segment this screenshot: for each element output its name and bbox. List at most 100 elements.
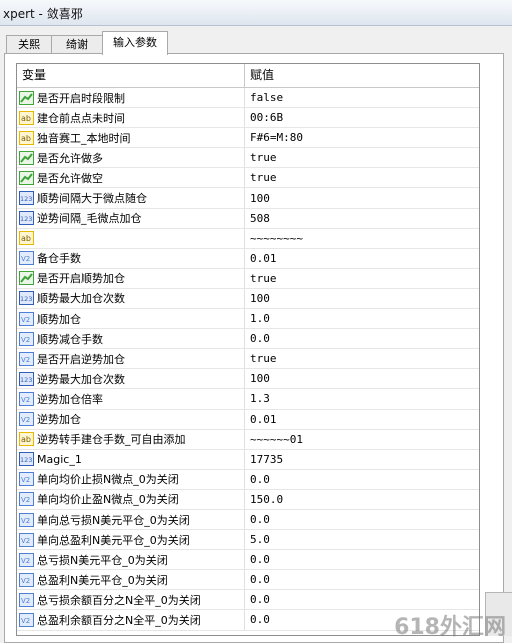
string-type-icon: ab <box>19 130 34 145</box>
table-row[interactable]: ab 独音赛工_本地时间 F#6=M:80 <box>17 128 479 149</box>
table-row[interactable]: V2 逆势加仓 0.01 <box>17 409 479 430</box>
table-row[interactable]: V2 是否开启逆势加仓 true <box>17 349 479 370</box>
parameter-value[interactable]: 0.01 <box>245 249 479 268</box>
svg-text:V2: V2 <box>21 336 30 344</box>
column-header-value[interactable]: 赋值 <box>245 64 479 87</box>
table-row[interactable]: V2 单向均价止损N微点_0为关闭 0.0 <box>17 469 479 490</box>
parameter-value[interactable]: 508 <box>245 209 479 228</box>
parameter-name-cell[interactable]: 123 逆势最大加仓次数 <box>17 369 245 389</box>
parameter-name-cell[interactable]: V2 总盈利余额百分之N全平_0为关闭 <box>17 610 245 630</box>
parameter-name-cell[interactable]: ab 逆势转手建仓手数_可自由添加 <box>17 429 245 449</box>
parameter-value[interactable]: 0.0 <box>245 590 479 609</box>
parameter-value[interactable]: 100 <box>245 188 479 207</box>
table-row[interactable]: V2 单向总亏损N美元平仓_0为关闭 0.0 <box>17 509 479 531</box>
parameter-name-cell[interactable]: V2 总亏损余额百分之N全平_0为关闭 <box>17 590 245 610</box>
parameter-name-cell[interactable]: V2 总亏损N美元平仓_0为关闭 <box>17 550 245 570</box>
parameter-name-cell[interactable]: V2 备仓手数 <box>17 248 245 268</box>
parameter-name-cell[interactable]: ab <box>17 228 245 248</box>
table-row[interactable]: V2 单向均价止盈N微点_0为关闭 150.0 <box>17 489 479 510</box>
parameter-value[interactable]: 0.01 <box>245 410 479 429</box>
parameter-name-cell[interactable]: 123 顺势间隔大于微点随仓 <box>17 188 245 208</box>
table-row[interactable]: V2 总亏损余额百分之N全平_0为关闭 0.0 <box>17 590 479 611</box>
table-body: 是否开启时段限制 false ab 建仓前点点未时间 00:6B ab 独音赛工_本地时间 F… <box>17 88 479 631</box>
parameter-value[interactable]: 150.0 <box>245 490 479 509</box>
table-row[interactable]: V2 逆势加仓倍率 1.3 <box>17 389 479 410</box>
parameter-value[interactable]: 100 <box>245 369 479 388</box>
integer-type-icon: 123 <box>19 371 34 386</box>
integer-type-icon: 123 <box>19 191 34 206</box>
table-row[interactable]: V2 顺势加仓 1.0 <box>17 309 479 330</box>
parameter-value[interactable]: 5.0 <box>245 530 479 549</box>
table-row[interactable]: 是否允许做多 true <box>17 148 479 169</box>
table-row[interactable]: V2 总盈利N美元平仓_0为关闭 0.0 <box>17 570 479 591</box>
parameter-name-cell[interactable]: 123 Magic_1 <box>17 449 245 469</box>
double-type-icon: V2 <box>19 472 34 487</box>
table-row[interactable]: 123 Magic_1 17735 <box>17 449 479 470</box>
parameter-name-cell[interactable]: V2 单向总盈利N美元平仓_0为关闭 <box>17 530 245 550</box>
parameter-value[interactable]: false <box>245 88 479 107</box>
parameter-name-cell[interactable]: V2 是否开启逆势加仓 <box>17 349 245 369</box>
parameter-name-cell[interactable]: V2 逆势加仓倍率 <box>17 389 245 409</box>
tab-common[interactable]: 关熙 <box>6 35 52 54</box>
parameter-name-cell[interactable]: V2 总盈利N美元平仓_0为关闭 <box>17 570 245 590</box>
parameter-name-cell[interactable]: 是否允许做多 <box>17 148 245 168</box>
table-row[interactable]: V2 单向总盈利N美元平仓_0为关闭 5.0 <box>17 530 479 551</box>
parameter-value[interactable]: true <box>245 168 479 187</box>
table-row[interactable]: V2 顺势减仓手数 0.0 <box>17 329 479 350</box>
parameter-value[interactable]: F#6=M:80 <box>245 128 479 147</box>
table-row[interactable]: 123 顺势间隔大于微点随仓 100 <box>17 188 479 209</box>
column-header-variable[interactable]: 变量 <box>17 64 245 87</box>
bool-type-icon <box>19 271 34 286</box>
table-row[interactable]: 123 逆势最大加仓次数 100 <box>17 369 479 390</box>
table-row[interactable]: ab ~~~~~~~~ <box>17 228 479 249</box>
table-row[interactable]: V2 总亏损N美元平仓_0为关闭 0.0 <box>17 550 479 571</box>
parameter-value[interactable]: 100 <box>245 289 479 308</box>
parameter-name-cell[interactable]: V2 顺势减仓手数 <box>17 329 245 349</box>
parameter-value[interactable]: 1.0 <box>245 309 479 328</box>
parameter-name-cell[interactable]: 123 顺势最大加仓次数 <box>17 288 245 309</box>
parameter-value[interactable]: 17735 <box>245 450 479 469</box>
svg-text:V2: V2 <box>21 356 30 364</box>
table-row[interactable]: 是否开启顺势加仓 true <box>17 268 479 289</box>
table-row[interactable]: 123 顺势最大加仓次数 100 <box>17 288 479 310</box>
tab-alerts[interactable]: 绮谢 <box>51 35 103 54</box>
parameter-name-cell[interactable]: V2 单向总亏损N美元平仓_0为关闭 <box>17 509 245 530</box>
parameter-value[interactable]: 0.0 <box>245 570 479 589</box>
parameter-value[interactable]: 0.0 <box>245 550 479 569</box>
table-row[interactable]: 123 逆势间隔_毛微点加仓 508 <box>17 208 479 229</box>
parameter-name-cell[interactable]: 是否开启顺势加仓 <box>17 268 245 288</box>
parameter-name-cell[interactable]: ab 独音赛工_本地时间 <box>17 128 245 148</box>
parameter-value[interactable]: 1.3 <box>245 389 479 408</box>
parameter-name-cell[interactable]: ab 建仓前点点未时间 <box>17 108 245 128</box>
table-row[interactable]: ab 建仓前点点未时间 00:6B <box>17 108 479 129</box>
svg-text:ab: ab <box>21 435 31 444</box>
tab-input-parameters[interactable]: 输入参数 <box>102 31 168 55</box>
parameter-name-cell[interactable]: V2 顺势加仓 <box>17 309 245 329</box>
parameter-value[interactable]: 0.0 <box>245 329 479 348</box>
parameter-name-cell[interactable]: V2 单向均价止盈N微点_0为关闭 <box>17 489 245 509</box>
parameter-name-cell[interactable]: V2 单向均价止损N微点_0为关闭 <box>17 469 245 489</box>
double-type-icon: V2 <box>19 492 34 507</box>
parameter-value[interactable]: ~~~~~~~~ <box>245 229 479 248</box>
parameter-value[interactable]: 0.0 <box>245 470 479 489</box>
integer-type-icon: 123 <box>19 291 34 306</box>
parameter-value[interactable]: true <box>245 148 479 167</box>
table-row[interactable]: ab 逆势转手建仓手数_可自由添加 ~~~~~~01 <box>17 429 479 450</box>
parameter-name-cell[interactable]: 是否开启时段限制 <box>17 88 245 108</box>
parameter-name: 是否开启时段限制 <box>37 91 125 105</box>
parameter-value[interactable]: true <box>245 349 479 368</box>
table-row[interactable]: 是否开启时段限制 false <box>17 88 479 109</box>
parameter-name-cell[interactable]: 123 逆势间隔_毛微点加仓 <box>17 208 245 228</box>
parameter-value[interactable]: true <box>245 269 479 288</box>
parameter-value[interactable]: 0.0 <box>245 510 479 529</box>
parameter-value[interactable]: ~~~~~~01 <box>245 430 479 449</box>
svg-text:V2: V2 <box>21 577 30 585</box>
table-row[interactable]: V2 备仓手数 0.01 <box>17 248 479 269</box>
table-row[interactable]: 是否允许做空 true <box>17 168 479 189</box>
tab-common-label: 关熙 <box>18 38 40 51</box>
parameter-name: 是否开启逆势加仓 <box>37 352 125 366</box>
parameter-name-cell[interactable]: V2 逆势加仓 <box>17 409 245 429</box>
parameter-name-cell[interactable]: 是否允许做空 <box>17 168 245 188</box>
parameter-value[interactable]: 00:6B <box>245 108 479 127</box>
tab-alerts-label: 绮谢 <box>66 38 88 51</box>
